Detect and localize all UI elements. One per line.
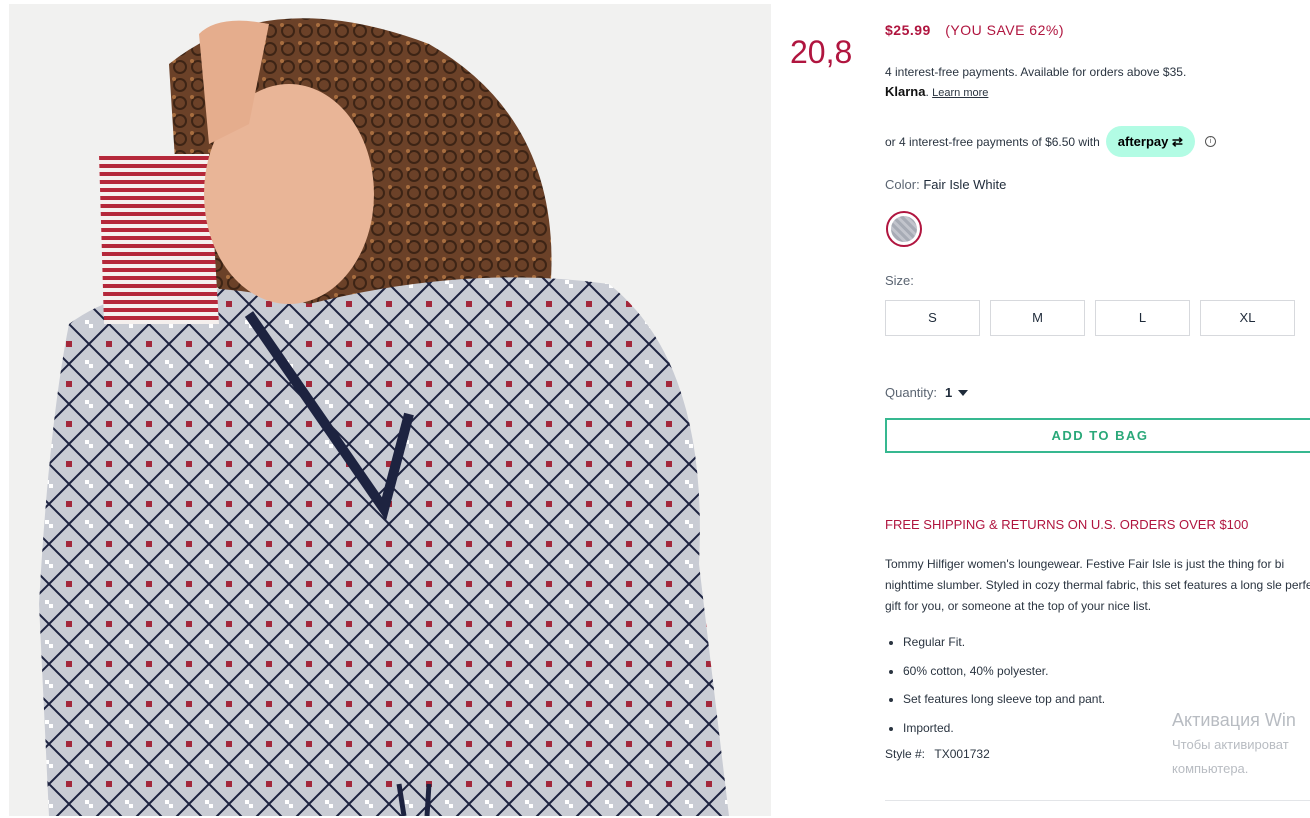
color-label: Color: [885, 177, 920, 192]
divider [885, 800, 1310, 801]
klarna-text: 4 interest-free payments. Available for … [885, 65, 1187, 79]
klarna-info: 4 interest-free payments. Available for … [885, 62, 1186, 103]
style-number: Style #: TX001732 [885, 747, 990, 761]
quantity-select[interactable]: 1 [945, 385, 952, 400]
product-image[interactable] [9, 4, 771, 816]
list-item: Imported. [903, 718, 1105, 747]
feature-list: Regular Fit. 60% cotton, 40% polyester. … [885, 632, 1105, 746]
afterpay-text: or 4 interest-free payments of $6.50 wit… [885, 134, 1100, 149]
color-swatch-fair-isle-white[interactable] [886, 211, 922, 247]
price-row: $25.99 (YOU SAVE 62%) [885, 22, 1064, 38]
list-item: Set features long sleeve top and pant. [903, 689, 1105, 718]
klarna-brand: Klarna [885, 84, 926, 99]
color-value: Fair Isle White [923, 177, 1007, 192]
list-item: 60% cotton, 40% polyester. [903, 661, 1105, 690]
size-label: Size: [885, 273, 914, 288]
savings-text: (YOU SAVE 62%) [945, 22, 1064, 38]
klarna-learn-more-link[interactable]: Learn more [932, 87, 988, 99]
size-button-s[interactable]: S [885, 300, 980, 336]
size-options: S M L XL [885, 300, 1305, 336]
quantity-row: Quantity: 1 [885, 385, 969, 400]
list-item: Regular Fit. [903, 632, 1105, 661]
shipping-banner: FREE SHIPPING & RETURNS ON U.S. ORDERS O… [885, 517, 1249, 532]
sale-price: $25.99 [885, 22, 931, 38]
afterpay-arrows-icon: ⇄ [1171, 134, 1183, 149]
quantity-label: Quantity: [885, 385, 938, 400]
product-info-panel: $25.99 (YOU SAVE 62%) 4 interest-free pa… [885, 0, 1310, 818]
style-label: Style #: [885, 747, 926, 761]
afterpay-badge[interactable]: afterpay ⇄ [1105, 126, 1195, 157]
product-description: Tommy Hilfiger women's loungewear. Festi… [885, 557, 1310, 613]
add-to-bag-button[interactable]: ADD TO BAG [885, 418, 1310, 453]
watermark-line-2: компьютера. [1172, 761, 1249, 776]
watermark-title: Активация Win [1172, 710, 1296, 730]
swatch-pattern [891, 216, 917, 242]
style-code: TX001732 [934, 747, 990, 761]
size-button-xl[interactable]: XL [1200, 300, 1295, 336]
windows-activation-watermark: Активация Win Чтобы активироват компьюте… [1172, 710, 1296, 779]
afterpay-row: or 4 interest-free payments of $6.50 wit… [885, 126, 1216, 157]
chevron-down-icon[interactable] [958, 389, 969, 396]
overlay-price-number: 20,8 [790, 34, 853, 70]
color-selection-label: Color: Fair Isle White [885, 177, 1006, 192]
watermark-line-1: Чтобы активироват [1172, 737, 1289, 752]
size-button-m[interactable]: M [990, 300, 1085, 336]
size-button-l[interactable]: L [1095, 300, 1190, 336]
afterpay-badge-label: afterpay [1117, 134, 1169, 149]
info-icon[interactable]: i [1204, 136, 1216, 147]
product-photo-illustration [9, 4, 771, 816]
